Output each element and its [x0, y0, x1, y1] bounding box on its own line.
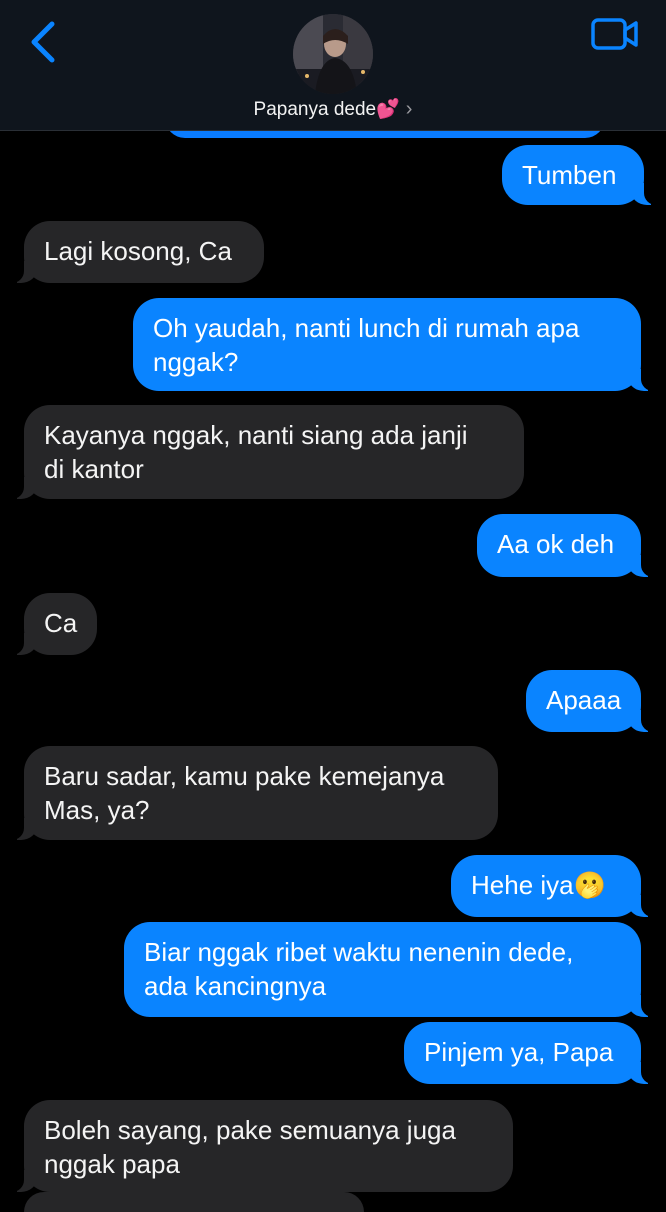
- message-bubble-received[interactable]: Lagi kosong, Ca: [0, 221, 264, 283]
- message-text: Boleh sayang, pake semuanya juga nggak p…: [44, 1115, 456, 1179]
- message-text: Aa ok deh: [497, 529, 615, 559]
- message-text: Oh yaudah, nanti lunch di rumah apa ngga…: [153, 313, 580, 377]
- message-text: Kayanya nggak, nanti siang ada janji di …: [44, 420, 468, 484]
- message-bubble-received[interactable]: Boleh sayang, pake semuanya juga nggak p…: [0, 1100, 513, 1192]
- partial-message-bubble: [24, 1192, 364, 1212]
- message-thread: Tumben Lagi kosong, Ca Oh yaudah, nanti …: [0, 0, 666, 1212]
- message-text: Lagi kosong, Ca: [44, 236, 232, 266]
- message-text: Apaaa: [546, 685, 622, 715]
- message-bubble-sent[interactable]: Tumben: [502, 145, 666, 205]
- message-text: Tumben: [522, 160, 617, 190]
- chevron-right-icon: ›: [405, 98, 413, 120]
- message-text: Hehe iya🫢: [471, 870, 606, 900]
- message-bubble-sent[interactable]: Biar nggak ribet waktu nenenin dede, ada…: [124, 922, 666, 1017]
- chevron-left-icon: [31, 21, 55, 63]
- message-text: Pinjem ya, Papa: [424, 1037, 614, 1067]
- message-text: Baru sadar, kamu pake kemejanya Mas, ya?: [44, 761, 445, 825]
- avatar-photo: [293, 14, 373, 94]
- contact-avatar[interactable]: [293, 14, 373, 94]
- message-bubble-sent[interactable]: Aa ok deh: [477, 514, 666, 577]
- message-bubble-sent[interactable]: Hehe iya🫢: [451, 855, 666, 917]
- message-bubble-received[interactable]: Baru sadar, kamu pake kemejanya Mas, ya?: [0, 746, 498, 840]
- message-bubble-received[interactable]: Ca: [0, 593, 97, 655]
- contact-name-button[interactable]: Papanya dede💕 ›: [0, 97, 666, 121]
- contact-name: Papanya dede💕: [253, 99, 400, 120]
- message-bubble-sent[interactable]: Apaaa: [526, 670, 666, 732]
- back-button[interactable]: [24, 18, 64, 66]
- video-call-button[interactable]: [590, 14, 640, 54]
- message-bubble-sent[interactable]: Pinjem ya, Papa: [404, 1022, 666, 1084]
- video-camera-icon: [591, 18, 638, 50]
- message-bubble-sent[interactable]: Oh yaudah, nanti lunch di rumah apa ngga…: [133, 298, 666, 391]
- message-bubble-received[interactable]: Kayanya nggak, nanti siang ada janji di …: [0, 405, 524, 499]
- message-text: Ca: [44, 608, 78, 638]
- message-text: Biar nggak ribet waktu nenenin dede, ada…: [144, 937, 574, 1001]
- conversation-header: Papanya dede💕 ›: [0, 0, 666, 131]
